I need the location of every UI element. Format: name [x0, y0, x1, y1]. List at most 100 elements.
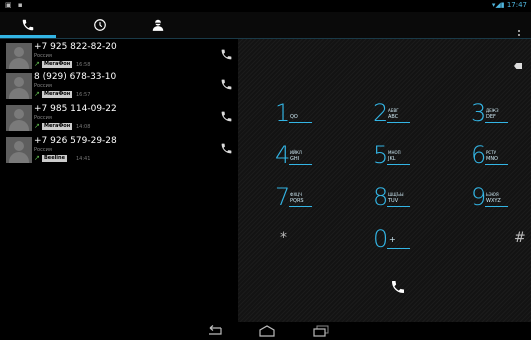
key-digit: 4: [275, 141, 291, 169]
avatar[interactable]: [6, 105, 32, 131]
key-letters: QO: [290, 114, 298, 120]
outgoing-arrow-icon: ↗: [34, 60, 40, 68]
call-log-list: +7 925 822-82-20 Россия ↗ МегаФон 16:58 …: [0, 39, 238, 322]
clock-icon: [94, 19, 106, 31]
call-number: 8 (929) 678-33-10: [34, 72, 117, 82]
key-letters-ru: МНОП: [388, 150, 401, 155]
back-icon[interactable]: [205, 325, 223, 337]
key-letters-ru: ШЩЪЫ: [388, 192, 404, 197]
key-letters-ru: РСТУ: [486, 150, 497, 155]
key-underline: [485, 206, 508, 207]
outgoing-arrow-icon: ↗: [34, 90, 40, 98]
key-letters: WXYZ: [486, 198, 501, 204]
key-underline: [485, 122, 508, 123]
key-digit: 1: [275, 99, 291, 127]
signal-icon: ▾◢▮: [491, 1, 507, 9]
tab-call-log[interactable]: [72, 12, 128, 38]
call-region: Россия: [34, 147, 52, 153]
call-region: Россия: [34, 115, 52, 121]
key-digit: 6: [471, 141, 487, 169]
key-digit: 8: [373, 183, 389, 211]
key-letters-ru: ДЕЖЗ: [486, 108, 499, 113]
key-star[interactable]: *: [238, 221, 336, 263]
outgoing-arrow-icon: ↗: [34, 122, 40, 130]
notification-icons: ▣ ▪: [5, 1, 25, 9]
call-log-item[interactable]: 8 (929) 678-33-10 Россия ↗ МегаФон 16:57: [0, 71, 238, 101]
key-underline: [289, 206, 312, 207]
key-symbol: *: [280, 230, 287, 246]
key-digit: 5: [373, 141, 389, 169]
carrier-badge: МегаФон: [42, 91, 73, 98]
key-1[interactable]: 1 QO: [238, 95, 336, 137]
carrier-badge: МегаФон: [42, 61, 73, 68]
call-time: 14:08: [76, 124, 91, 130]
call-region: Россия: [34, 53, 52, 59]
key-letters: PQRS: [290, 198, 304, 204]
avatar[interactable]: [6, 137, 32, 163]
call-number: +7 926 579-29-28: [34, 136, 117, 146]
call-back-icon[interactable]: [220, 110, 233, 123]
key-3[interactable]: 3 ДЕЖЗ DEF: [434, 95, 531, 137]
status-bar: ▣ ▪ ▾◢▮ 17:47: [0, 0, 531, 12]
key-letters: ABC: [388, 114, 399, 120]
call-log-item[interactable]: +7 926 579-29-28 Россия ↗ Beeline 14:41: [0, 135, 238, 165]
carrier-badge: Beeline: [42, 155, 67, 162]
key-letters-ru: ФХЦЧ: [290, 192, 303, 197]
key-underline: [387, 164, 410, 165]
key-underline: [387, 206, 410, 207]
key-letters: GHI: [290, 156, 300, 162]
key-underline: [387, 122, 410, 123]
outgoing-arrow-icon: ↗: [34, 154, 40, 162]
call-back-icon[interactable]: [220, 78, 233, 91]
key-7[interactable]: 7 ФХЦЧ PQRS: [238, 179, 336, 221]
call-time: 14:41: [76, 156, 91, 162]
tab-phone[interactable]: [0, 12, 56, 38]
key-letters: JKL: [388, 156, 396, 162]
dial-phone-icon: [392, 281, 404, 293]
key-8[interactable]: 8 ШЩЪЫ TUV: [336, 179, 434, 221]
key-digit: 0: [373, 225, 389, 253]
key-5[interactable]: 5 МНОП JKL: [336, 137, 434, 179]
call-log-item[interactable]: +7 985 114-09-22 Россия ↗ МегаФон 14:08: [0, 103, 238, 133]
status-time: ▾◢▮ 17:47: [492, 1, 527, 9]
backspace-icon[interactable]: [514, 63, 522, 69]
key-letters-ru: АБВГ: [388, 108, 399, 113]
key-digit: 2: [373, 99, 389, 127]
digits-field[interactable]: [238, 39, 531, 95]
person-icon: [152, 19, 164, 31]
call-log-item[interactable]: +7 925 822-82-20 Россия ↗ МегаФон 16:58: [0, 41, 238, 71]
key-digit: 7: [275, 183, 291, 211]
key-letters: +: [389, 235, 396, 244]
recent-apps-icon[interactable]: [312, 325, 330, 337]
key-letters: MNO: [486, 156, 498, 162]
key-underline: [485, 164, 508, 165]
call-back-icon[interactable]: [220, 142, 233, 155]
call-number: +7 985 114-09-22: [34, 104, 117, 114]
tab-bar: [0, 12, 531, 40]
dial-button[interactable]: [238, 264, 531, 308]
phone-icon: [22, 19, 34, 31]
clock-time: 17:47: [506, 1, 527, 9]
key-0[interactable]: 0 +: [336, 221, 434, 263]
key-letters: TUV: [388, 198, 399, 204]
key-6[interactable]: 6 РСТУ MNO: [434, 137, 531, 179]
key-digit: 3: [471, 99, 487, 127]
key-underline: [289, 164, 312, 165]
key-letters-ru: ИЙКЛ: [290, 150, 302, 155]
avatar[interactable]: [6, 43, 32, 69]
carrier-badge: МегаФон: [42, 123, 73, 130]
tab-contacts[interactable]: [130, 12, 186, 38]
key-9[interactable]: 9 ЬЭЮЯ WXYZ: [434, 179, 531, 221]
avatar[interactable]: [6, 73, 32, 99]
navigation-bar: [0, 322, 531, 340]
key-letters: DEF: [486, 114, 496, 120]
call-number: +7 925 822-82-20: [34, 42, 117, 52]
call-time: 16:57: [76, 92, 91, 98]
key-hash[interactable]: #: [434, 221, 531, 263]
key-underline: [289, 122, 312, 123]
call-time: 16:58: [76, 62, 91, 68]
key-4[interactable]: 4 ИЙКЛ GHI: [238, 137, 336, 179]
home-icon[interactable]: [258, 325, 276, 337]
call-back-icon[interactable]: [220, 48, 233, 61]
key-2[interactable]: 2 АБВГ ABC: [336, 95, 434, 137]
